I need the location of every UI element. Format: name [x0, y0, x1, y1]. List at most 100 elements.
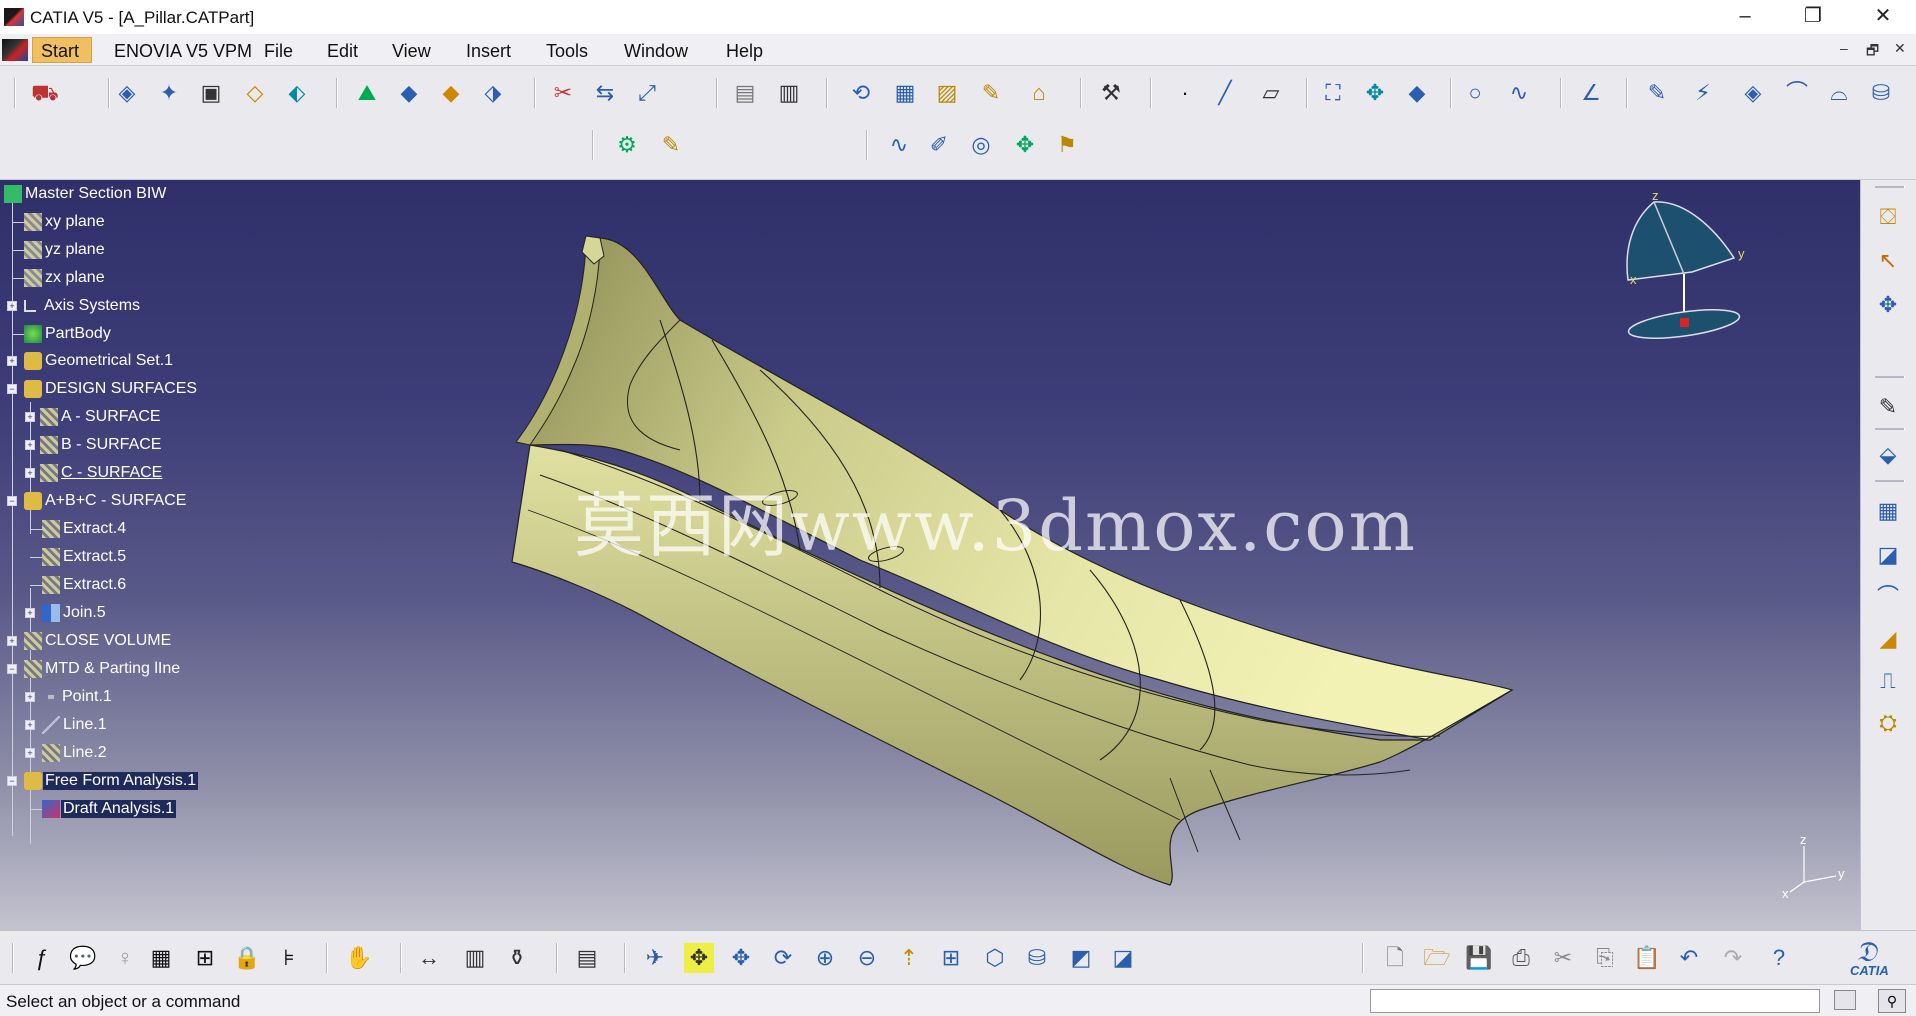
sweep-icon[interactable]: ◆ [394, 78, 424, 108]
expand-icon[interactable]: + [7, 356, 17, 366]
tree-node-b-surface[interactable]: B - SURFACE [40, 434, 163, 456]
multi-section-icon[interactable]: ⬖ [282, 78, 312, 108]
tree-node-zx-plane[interactable]: zx plane [24, 267, 107, 289]
curvature-icon[interactable]: ⌒ [1873, 582, 1903, 612]
projection-icon[interactable]: ⛶ [1318, 78, 1348, 108]
measure-icon[interactable]: ⬙ [1873, 440, 1903, 470]
tree-node-a-surface[interactable]: A - SURFACE [40, 406, 163, 428]
tree-node-close-volume[interactable]: CLOSE VOLUME [24, 630, 173, 652]
sketch-tools-icon[interactable]: ▥ [774, 78, 804, 108]
tree-node-free-form-analysis[interactable]: Free Form Analysis.1 [24, 770, 199, 792]
doc-restore-button[interactable]: 🗗 [1866, 40, 1879, 64]
expand-icon[interactable]: + [7, 301, 17, 311]
extrude-icon[interactable]: ⛰ [352, 78, 382, 108]
undo-icon[interactable]: ↶ [1674, 943, 1704, 973]
circle-icon[interactable]: ○ [1460, 78, 1490, 108]
print-icon[interactable]: ⎙ [1506, 943, 1536, 973]
menu-window[interactable]: Window [624, 41, 688, 62]
sweep-unspec-icon[interactable]: ⚑ [1052, 130, 1082, 160]
command-input[interactable] [1370, 989, 1820, 1013]
doc-close-button[interactable]: ✕ [1894, 40, 1906, 57]
corner-icon[interactable]: ∠ [1576, 78, 1606, 108]
trim-icon[interactable]: ⚡ [1688, 78, 1718, 108]
expand-icon[interactable]: + [25, 720, 35, 730]
expand-icon[interactable]: + [25, 440, 35, 450]
copy-icon[interactable]: ⎘ [1590, 943, 1620, 973]
paste-icon[interactable]: 📋 [1632, 943, 1662, 973]
close-button[interactable]: ✕ [1848, 0, 1916, 34]
fit-all-icon[interactable]: ✥ [684, 943, 714, 973]
pan-icon[interactable]: ✥ [726, 943, 756, 973]
open-icon[interactable]: 🗁 [1422, 943, 1452, 973]
helix-icon[interactable]: ∿ [884, 130, 914, 160]
shading-edges-icon[interactable]: ⛁ [1022, 943, 1052, 973]
measure-between-icon[interactable]: ↔ [414, 943, 444, 973]
translate-icon[interactable]: ⇆ [590, 78, 620, 108]
expand-icon[interactable]: + [25, 748, 35, 758]
comment-icon[interactable]: 💬 [68, 943, 98, 973]
tree-node-line-2[interactable]: Line.2 [42, 742, 109, 764]
tree-node-design-surfaces[interactable]: DESIGN SURFACES [24, 378, 199, 400]
collapse-icon[interactable]: − [7, 664, 17, 674]
zoom-in-icon[interactable]: ⊕ [810, 943, 840, 973]
knowledge-icon[interactable]: ⚙ [612, 130, 642, 160]
tree-node-extract-6[interactable]: Extract.6 [42, 574, 128, 596]
wrap-icon[interactable]: ✐ [924, 130, 954, 160]
chamfer-icon[interactable]: ⌓ [1824, 78, 1854, 108]
tree-node-extract-4[interactable]: Extract.4 [42, 518, 128, 540]
join-icon[interactable]: ✂ [548, 78, 578, 108]
tree-node-abc-surface[interactable]: A+B+C - SURFACE [24, 490, 188, 512]
table-icon[interactable]: ▦ [146, 943, 176, 973]
plane-icon[interactable]: ▱ [1256, 78, 1286, 108]
expand-icon[interactable]: + [25, 412, 35, 422]
fly-mode-icon[interactable]: ✈ [640, 943, 670, 973]
part-design-icon[interactable]: ⛋ [1873, 202, 1903, 232]
repetition-icon[interactable]: ⟲ [846, 78, 876, 108]
split-icon[interactable]: ✎ [1642, 78, 1672, 108]
blend-icon[interactable]: ⬗ [478, 78, 508, 108]
parallel-curve-icon[interactable]: ◆ [1402, 78, 1432, 108]
expand-icon[interactable]: + [25, 692, 35, 702]
doc-minimize-button[interactable]: – [1840, 40, 1848, 56]
tree-node-join-5[interactable]: Join.5 [42, 602, 108, 624]
tree-node-axis-systems[interactable]: Axis Systems [24, 295, 142, 317]
workbench-icon[interactable]: ⛟ [30, 78, 60, 108]
tree-node-root[interactable]: Master Section BIW [4, 183, 168, 205]
offset-icon[interactable]: ▣ [196, 78, 226, 108]
tree-node-mtd-parting-line[interactable]: MTD & Parting lIne [24, 658, 182, 680]
normal-view-icon[interactable]: ⇡ [894, 943, 924, 973]
analysis-icon[interactable]: ⚒ [1096, 78, 1126, 108]
ordered-set-icon[interactable]: ⌂ [1024, 78, 1054, 108]
rotate-icon[interactable]: ⟳ [768, 943, 798, 973]
collapse-icon[interactable]: − [7, 384, 17, 394]
tree-node-c-surface[interactable]: C - SURFACE [40, 462, 164, 484]
equation-icon[interactable]: ⊧ [274, 943, 304, 973]
environment-icon[interactable]: ⛭ [1873, 708, 1903, 738]
surface-icon[interactable]: ◇ [240, 78, 270, 108]
line-icon[interactable]: ╱ [1210, 78, 1240, 108]
power-input-toggle[interactable] [1834, 990, 1856, 1010]
save-icon[interactable]: 💾 [1464, 943, 1494, 973]
quick-view-icon[interactable]: ▦ [1873, 496, 1903, 526]
cut-icon[interactable]: ✂ [1548, 943, 1578, 973]
snap-icon[interactable]: ✥ [1873, 290, 1903, 320]
compass-widget[interactable]: z y x [1616, 190, 1756, 360]
sketcher-icon[interactable]: ✎ [1873, 392, 1903, 422]
hide-show-icon[interactable]: ◩ [1066, 943, 1096, 973]
point-icon[interactable]: ✦ [154, 78, 184, 108]
menu-help[interactable]: Help [726, 41, 763, 62]
menu-file[interactable]: File [264, 41, 293, 62]
shading-icon[interactable]: ◪ [1873, 540, 1903, 570]
body-icon[interactable]: ▨ [932, 78, 962, 108]
tree-node-partbody[interactable]: PartBody [24, 323, 113, 345]
reuse-icon[interactable]: ✎ [656, 130, 686, 160]
catalog-icon[interactable]: ▤ [572, 943, 602, 973]
3d-viewport[interactable]: z y x z y x 莫西网www.3dmox.com Master Sect… [0, 180, 1860, 930]
menu-view[interactable]: View [392, 41, 431, 62]
sketch-icon[interactable]: ◈ [112, 78, 142, 108]
draft-icon[interactable]: ◢ [1873, 624, 1903, 654]
menu-insert[interactable]: Insert [466, 41, 511, 62]
collapse-icon[interactable]: − [7, 776, 17, 786]
tree-node-draft-analysis[interactable]: Draft Analysis.1 [42, 798, 177, 820]
tree-node-geometrical-set-1[interactable]: Geometrical Set.1 [24, 350, 175, 372]
